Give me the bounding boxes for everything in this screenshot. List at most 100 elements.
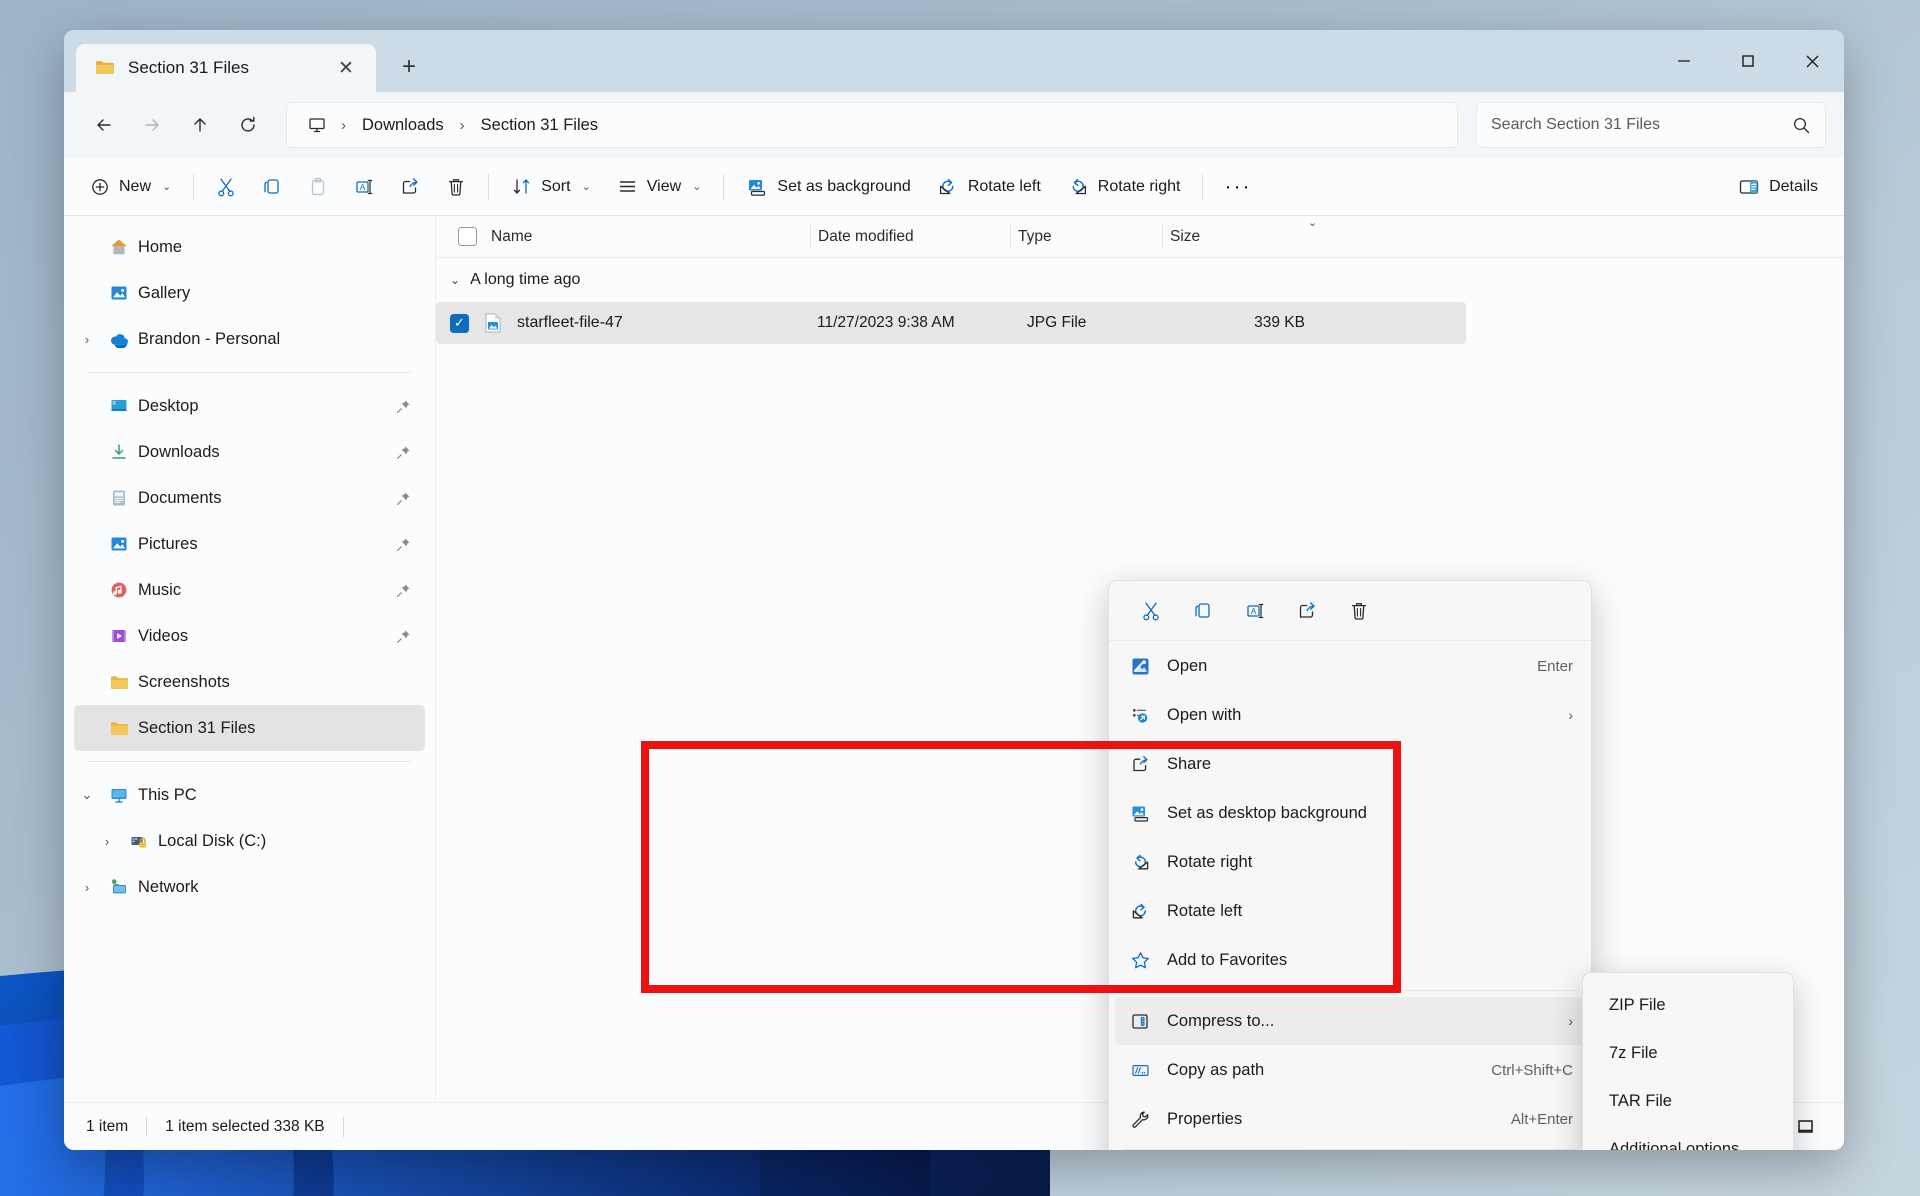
column-header-date-modified[interactable]: Date modified [810, 216, 1010, 257]
menu-item-open-with[interactable]: Open with › [1115, 691, 1585, 739]
paste-button[interactable] [296, 166, 340, 208]
new-button[interactable]: New ⌄ [78, 166, 183, 208]
sidebar-item-home[interactable]: Home [74, 224, 425, 270]
sidebar-item-local-disk-c[interactable]: › Local Disk (C:) [74, 818, 425, 864]
toolbar-divider [193, 174, 194, 200]
folder-icon [94, 57, 116, 79]
minimize-button[interactable] [1652, 30, 1716, 92]
menu-item-add-to-favorites[interactable]: Add to Favorites [1115, 936, 1585, 984]
title-bar: Section 31 Files ✕ + [64, 30, 1844, 92]
submenu-item-zip-file[interactable]: ZIP File [1589, 981, 1787, 1029]
cut-button[interactable] [204, 166, 248, 208]
sidebar-item-downloads[interactable]: Downloads [74, 429, 425, 475]
submenu-item-additional-options[interactable]: Additional options [1589, 1125, 1787, 1150]
sidebar-item-label: Downloads [138, 443, 220, 462]
pin-icon[interactable] [396, 491, 411, 506]
close-window-button[interactable] [1780, 30, 1844, 92]
pin-icon[interactable] [396, 629, 411, 644]
menu-item-rotate-right[interactable]: Rotate right [1115, 838, 1585, 886]
delete-button[interactable] [434, 166, 478, 208]
menu-item-open[interactable]: Open Enter [1115, 642, 1585, 690]
sidebar-item-label: This PC [138, 786, 197, 805]
chevron-down-icon[interactable]: ⌄ [74, 787, 100, 803]
pin-icon[interactable] [396, 583, 411, 598]
delete-icon[interactable] [1335, 590, 1383, 632]
menu-item-rotate-left[interactable]: Rotate left [1115, 887, 1585, 935]
sidebar-divider [88, 761, 411, 762]
view-button[interactable]: View ⌄ [605, 166, 714, 208]
menu-item-compress-to[interactable]: Compress to... › [1115, 997, 1585, 1045]
copy-path-icon [1127, 1060, 1153, 1081]
column-header-type[interactable]: Type [1010, 216, 1162, 257]
select-all-checkbox[interactable] [458, 227, 477, 246]
cut-icon[interactable] [1127, 590, 1175, 632]
menu-item-copy-as-path[interactable]: Copy as path Ctrl+Shift+C [1115, 1046, 1585, 1094]
search-box[interactable] [1476, 102, 1826, 148]
search-icon[interactable] [1792, 116, 1811, 135]
copy-button[interactable] [250, 166, 294, 208]
breadcrumb-section-31-files[interactable]: Section 31 Files [473, 112, 606, 139]
chevron-down-icon[interactable]: ⌄ [450, 273, 460, 287]
sidebar-item-desktop[interactable]: Desktop [74, 383, 425, 429]
folder-icon [104, 672, 134, 693]
sidebar-item-brandon-personal[interactable]: › Brandon - Personal [74, 316, 425, 362]
table-row[interactable]: ✓ starfleet-file-47 11/27/2023 9:38 AM J… [436, 302, 1466, 344]
new-tab-icon[interactable]: + [388, 46, 430, 88]
pc-icon [104, 785, 134, 805]
share-icon[interactable] [1283, 590, 1331, 632]
copy-icon[interactable] [1179, 590, 1227, 632]
menu-item-label: Rotate right [1167, 853, 1573, 872]
row-checkbox[interactable]: ✓ [450, 314, 469, 333]
column-header-name[interactable]: Name [450, 216, 810, 257]
sidebar-item-documents[interactable]: Documents [74, 475, 425, 521]
sort-indicator-icon: ⌄ [1308, 216, 1317, 229]
submenu-item-7z-file[interactable]: 7z File [1589, 1029, 1787, 1077]
set-as-background-button[interactable]: Set as background [734, 166, 922, 208]
more-options-button[interactable]: ··· [1213, 166, 1262, 208]
sidebar-item-screenshots[interactable]: Screenshots [74, 659, 425, 705]
pin-icon[interactable] [396, 445, 411, 460]
chevron-right-icon[interactable]: › [94, 834, 120, 849]
sidebar-item-music[interactable]: Music [74, 567, 425, 613]
chevron-right-icon[interactable]: › [74, 332, 100, 347]
sidebar-item-label: Section 31 Files [138, 719, 255, 738]
back-button[interactable] [82, 103, 126, 147]
sidebar-item-section-31-files[interactable]: Section 31 Files [74, 705, 425, 751]
share-button[interactable] [388, 166, 432, 208]
submenu-item-tar-file[interactable]: TAR File [1589, 1077, 1787, 1125]
refresh-button[interactable] [226, 103, 270, 147]
rotate-left-button[interactable]: Rotate left [925, 166, 1053, 208]
menu-item-share[interactable]: Share [1115, 740, 1585, 788]
rename-button[interactable]: A [342, 166, 386, 208]
sidebar-item-pictures[interactable]: Pictures [74, 521, 425, 567]
up-button[interactable] [178, 103, 222, 147]
sidebar-item-videos[interactable]: Videos [74, 613, 425, 659]
pin-icon[interactable] [396, 399, 411, 414]
sidebar-item-gallery[interactable]: Gallery [74, 270, 425, 316]
sidebar-item-this-pc[interactable]: ⌄ This PC [74, 772, 425, 818]
toolbar-divider [488, 174, 489, 200]
file-type: JPG File [1027, 314, 1187, 332]
sort-button[interactable]: Sort ⌄ [499, 166, 603, 208]
rotate-right-button[interactable]: Rotate right [1055, 166, 1193, 208]
chevron-right-icon[interactable]: › [74, 880, 100, 895]
maximize-button[interactable] [1716, 30, 1780, 92]
menu-item-properties[interactable]: Properties Alt+Enter [1115, 1095, 1585, 1143]
file-list-pane: Name Date modified Type Size ⌄ ⌄ A long … [436, 216, 1844, 1102]
tab-section-31-files[interactable]: Section 31 Files ✕ [76, 44, 376, 92]
breadcrumb[interactable]: › Downloads › Section 31 Files [286, 102, 1458, 148]
breadcrumb-downloads[interactable]: Downloads [354, 112, 452, 139]
this-pc-icon[interactable] [301, 115, 333, 135]
column-header-size[interactable]: Size [1162, 216, 1272, 257]
search-input[interactable] [1491, 116, 1792, 134]
file-group-header[interactable]: ⌄ A long time ago [436, 258, 1844, 302]
details-pane-button[interactable]: Details [1726, 166, 1830, 208]
chevron-right-icon: › [1568, 707, 1573, 723]
forward-button[interactable] [130, 103, 174, 147]
rename-icon[interactable]: A [1231, 590, 1279, 632]
pin-icon[interactable] [396, 537, 411, 552]
close-tab-icon[interactable]: ✕ [330, 52, 362, 84]
menu-item-set-as-desktop-background[interactable]: Set as desktop background [1115, 789, 1585, 837]
sidebar-item-network[interactable]: › Network [74, 864, 425, 910]
new-button-label: New [119, 178, 151, 196]
